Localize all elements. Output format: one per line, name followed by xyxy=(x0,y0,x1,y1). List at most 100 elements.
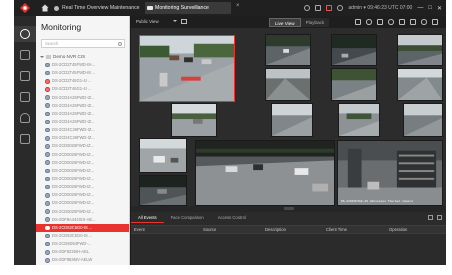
osd-text: DS-2CD63C5G0-IS Hikvision Thermal Camera xyxy=(341,200,414,203)
camera-label: DS-2CD6026FWD-IZ... xyxy=(52,167,95,173)
user-icon[interactable] xyxy=(337,5,344,11)
video-tile[interactable] xyxy=(139,138,187,173)
camera-icon xyxy=(45,209,50,214)
search-icon[interactable] xyxy=(118,41,122,46)
video-tile[interactable] xyxy=(403,103,443,137)
col-operation[interactable]: Operation xyxy=(389,226,407,234)
map-icon[interactable] xyxy=(20,71,30,81)
camera-list-item[interactable]: DS-2DF8225IH-AEL xyxy=(36,248,129,256)
camera-list-item[interactable]: DS-2CD2T45FWD-I8 ... xyxy=(36,69,129,77)
grid-icon[interactable] xyxy=(377,19,383,25)
video-tile[interactable] xyxy=(271,103,313,137)
camera-list-item[interactable]: DS-2CD4A26FWD-IZ... xyxy=(36,118,129,126)
clear-icon[interactable] xyxy=(437,215,442,220)
panel-resize-handle[interactable] xyxy=(284,207,294,210)
alarm-icon[interactable] xyxy=(326,5,333,11)
video-tile[interactable] xyxy=(139,175,187,206)
tab-face-comparison[interactable]: Face Comparison xyxy=(164,212,211,223)
camera-list-item[interactable]: DS-2CD6026FWD-IZ... xyxy=(36,159,129,167)
settings-icon[interactable] xyxy=(421,19,427,25)
video-tile[interactable] xyxy=(265,68,311,101)
video-feed xyxy=(172,104,216,136)
mode-tabs: Live View Playback xyxy=(269,17,330,27)
camera-list-item[interactable]: DS-2CD6D54FWD-... xyxy=(36,240,129,248)
col-description[interactable]: Description xyxy=(265,226,286,234)
video-tile[interactable] xyxy=(331,68,377,101)
camera-list-item[interactable]: DS-2CD6026FWD-IZ... xyxy=(36,199,129,207)
camera-list-item[interactable]: DS-2CD4C26FWD-IZ... xyxy=(36,126,129,134)
camera-list-item[interactable]: DS-2CD6026FWD-IZ... xyxy=(36,142,129,150)
camera-list-item[interactable]: DS-2DF8836IV-AELW xyxy=(36,256,129,264)
tree-root-label: Demo NVR CIS xyxy=(53,54,86,59)
event-icon[interactable] xyxy=(20,92,30,102)
col-event[interactable]: Event xyxy=(134,226,145,234)
close-window-button[interactable]: ✕ xyxy=(437,5,442,12)
fullscreen-icon[interactable] xyxy=(432,19,438,25)
tab-playback[interactable]: Playback xyxy=(300,17,330,27)
close-tab-icon[interactable]: × xyxy=(236,3,240,9)
camera-list-item[interactable]: DS-2CD63C5G0-IS ... xyxy=(36,223,129,232)
panel-title: Monitoring xyxy=(41,22,82,32)
window-icon[interactable] xyxy=(399,19,405,25)
layout-icon[interactable] xyxy=(410,19,416,25)
search-input[interactable]: Search xyxy=(41,39,125,48)
tab-monitoring-surveillance[interactable]: Monitoring Surveillance xyxy=(145,2,231,14)
camera-label: DS-2CD6026FWD-IZ... xyxy=(52,192,95,198)
camera-list-item[interactable]: DS-2CD6026FWD-IZ... xyxy=(36,151,129,159)
home-icon[interactable] xyxy=(41,4,49,12)
camera-list-item[interactable]: DS-2DF8A442IXS-AE... xyxy=(36,216,129,224)
device-icon[interactable] xyxy=(20,134,30,144)
camera-list-item[interactable]: DS-2CD2T45FWD-I8-... xyxy=(36,61,129,69)
col-client-time[interactable]: Client Time xyxy=(326,226,347,234)
app-window: Real Time Overview Maintenance Monitorin… xyxy=(14,0,446,265)
snapshot-icon[interactable] xyxy=(355,19,361,25)
camera-list-item[interactable]: DS-2CD4A26FWD-IZ... xyxy=(36,102,129,110)
tree-root-node[interactable]: Demo NVR CIS xyxy=(40,54,85,59)
video-tile-large[interactable] xyxy=(195,140,335,206)
camera-list-item[interactable]: DS-2CD6026FWD-IZ... xyxy=(36,167,129,175)
person-icon[interactable] xyxy=(20,113,30,123)
camera-list-item[interactable]: DS-2CD6026FWD-IZ... xyxy=(36,183,129,191)
camera-list-item[interactable]: DS-2CD4A26FWD-IZ... xyxy=(36,110,129,118)
tab-real-time-overview[interactable]: Real Time Overview Maintenance xyxy=(52,2,142,14)
record-icon[interactable] xyxy=(366,19,372,25)
video-tile[interactable] xyxy=(397,34,443,66)
camera-list-item[interactable]: DS-2CD63C5G0-IS ... xyxy=(36,232,129,240)
window-layout-icon[interactable] xyxy=(181,19,187,24)
notification-icon[interactable] xyxy=(304,5,311,11)
chevron-down-icon[interactable] xyxy=(40,55,44,58)
upload-icon[interactable] xyxy=(315,5,322,11)
video-tile[interactable] xyxy=(265,34,311,66)
video-tile[interactable] xyxy=(331,34,377,66)
video-tile-warehouse[interactable]: DS-2CD63C5G0-IS Hikvision Thermal Camera xyxy=(337,140,443,206)
maximize-button[interactable]: □ xyxy=(428,5,432,11)
nav-rail xyxy=(14,16,36,265)
video-tile-selected[interactable] xyxy=(139,35,235,102)
fisheye-icon[interactable] xyxy=(388,19,394,25)
video-tile[interactable] xyxy=(338,103,380,137)
filter-icon[interactable] xyxy=(428,215,433,220)
col-source[interactable]: Source xyxy=(203,226,216,234)
camera-list-item[interactable]: DS-2CD4C26FWD-IZ... xyxy=(36,134,129,142)
camera-icon xyxy=(45,258,50,263)
video-tile[interactable] xyxy=(171,103,217,137)
video-feed xyxy=(272,104,312,136)
camera-list-item[interactable]: DS-2CD6026FWD-IZ... xyxy=(36,208,129,216)
camera-list-item[interactable]: DS-2CD2T46G1-4I ... xyxy=(36,77,129,85)
camera-icon xyxy=(45,152,50,157)
camera-list-item[interactable]: DS-2CD6026FWD-IZ... xyxy=(36,191,129,199)
video-tile[interactable] xyxy=(397,68,443,101)
tab-live-view[interactable]: Live View xyxy=(269,17,301,27)
video-feed xyxy=(398,35,442,65)
tab-all-events[interactable]: All Events xyxy=(131,212,164,223)
tab-access-control[interactable]: Access Control xyxy=(211,212,253,223)
monitoring-icon[interactable] xyxy=(20,29,30,39)
camera-list-item[interactable]: DS-2CD2T46G1-4I ... xyxy=(36,85,129,93)
minimize-button[interactable]: — xyxy=(417,5,423,11)
camera-list-item[interactable]: DS-2CD4A26FWD-IZ... xyxy=(36,94,129,102)
camera-list-item[interactable]: DS-2CD6026FWD-IZ... xyxy=(36,175,129,183)
playback-icon[interactable] xyxy=(20,50,30,60)
camera-icon xyxy=(45,168,50,174)
camera-icon xyxy=(45,78,50,84)
view-selector[interactable]: Public View xyxy=(136,19,177,24)
